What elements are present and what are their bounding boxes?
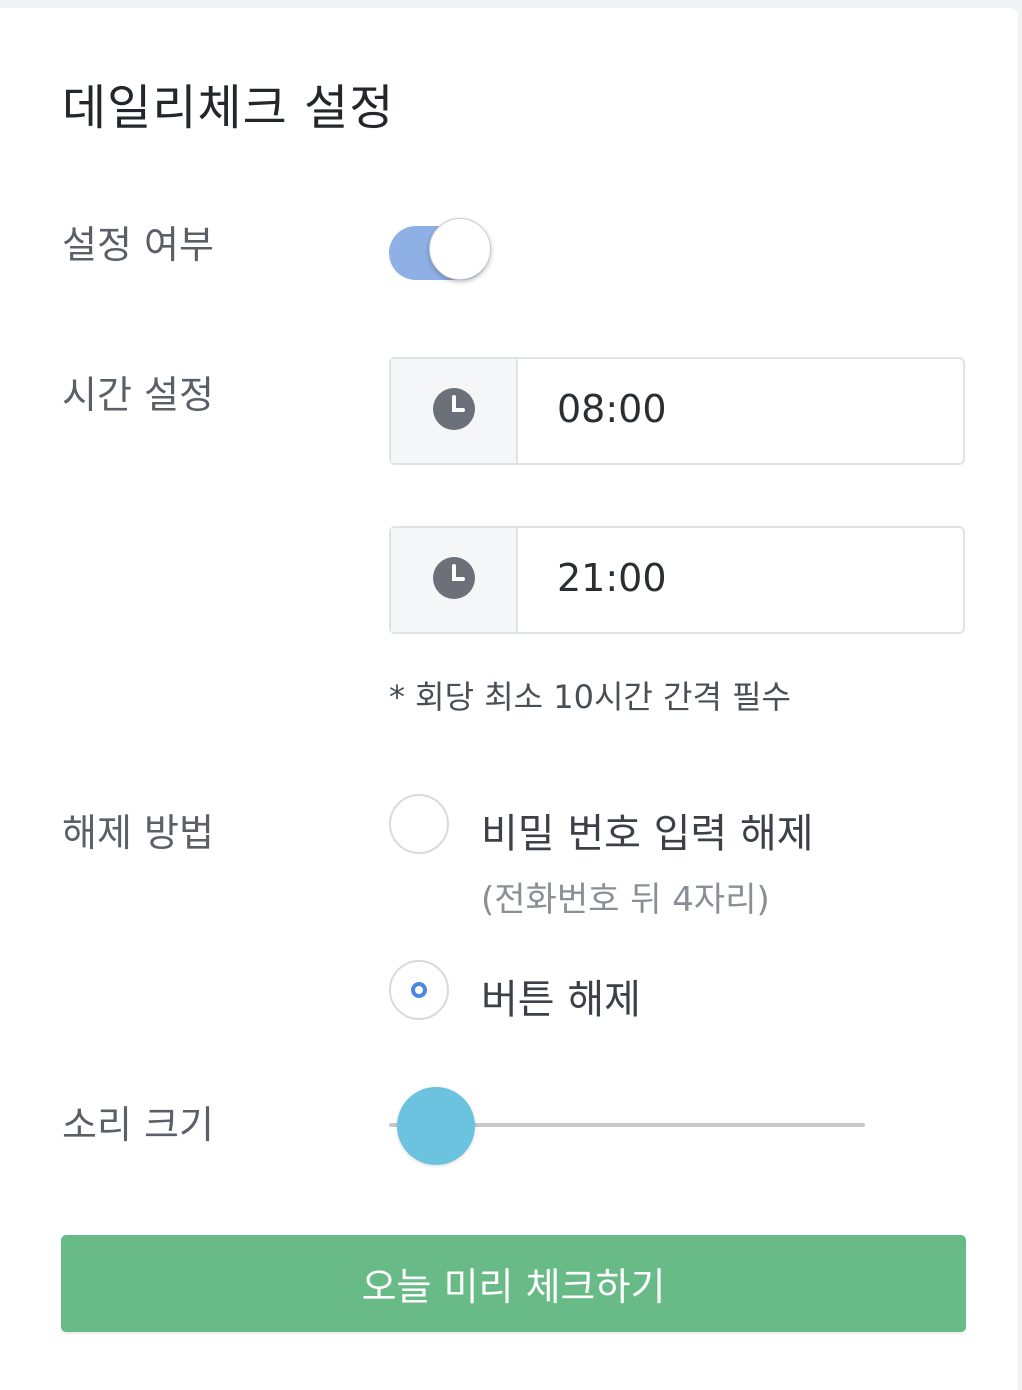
time-input-1[interactable]: 08:00 <box>389 357 965 465</box>
time-addon <box>391 528 518 632</box>
radio-button-unlock[interactable] <box>389 960 449 1020</box>
enable-toggle[interactable] <box>389 218 495 284</box>
time-input-2[interactable]: 21:00 <box>389 526 965 634</box>
enable-label: 설정 여부 <box>62 223 214 267</box>
time-value-2: 21:00 <box>557 556 667 600</box>
volume-slider-handle[interactable] <box>397 1087 475 1165</box>
check-today-button-label: 오늘 미리 체크하기 <box>361 1265 666 1309</box>
time-label: 시간 설정 <box>62 373 214 417</box>
clock-icon <box>432 387 476 435</box>
button-unlock-label[interactable]: 버튼 해제 <box>481 967 641 1025</box>
radio-selected-dot <box>411 982 427 998</box>
time-value-1: 08:00 <box>557 387 667 431</box>
page-title: 데일리체크 설정 <box>62 80 395 136</box>
time-addon <box>391 359 518 463</box>
volume-label: 소리 크기 <box>62 1103 214 1147</box>
toggle-knob <box>429 218 491 280</box>
password-unlock-label[interactable]: 비밀 번호 입력 해제 <box>481 801 814 859</box>
clock-icon <box>432 556 476 604</box>
unlock-label: 해제 방법 <box>62 811 214 855</box>
check-today-button[interactable]: 오늘 미리 체크하기 <box>61 1235 966 1332</box>
password-unlock-sub: (전화번호 뒤 4자리) <box>481 880 770 920</box>
radio-password-unlock[interactable] <box>389 794 449 854</box>
interval-note: * 회당 최소 10시간 간격 필수 <box>389 678 791 716</box>
